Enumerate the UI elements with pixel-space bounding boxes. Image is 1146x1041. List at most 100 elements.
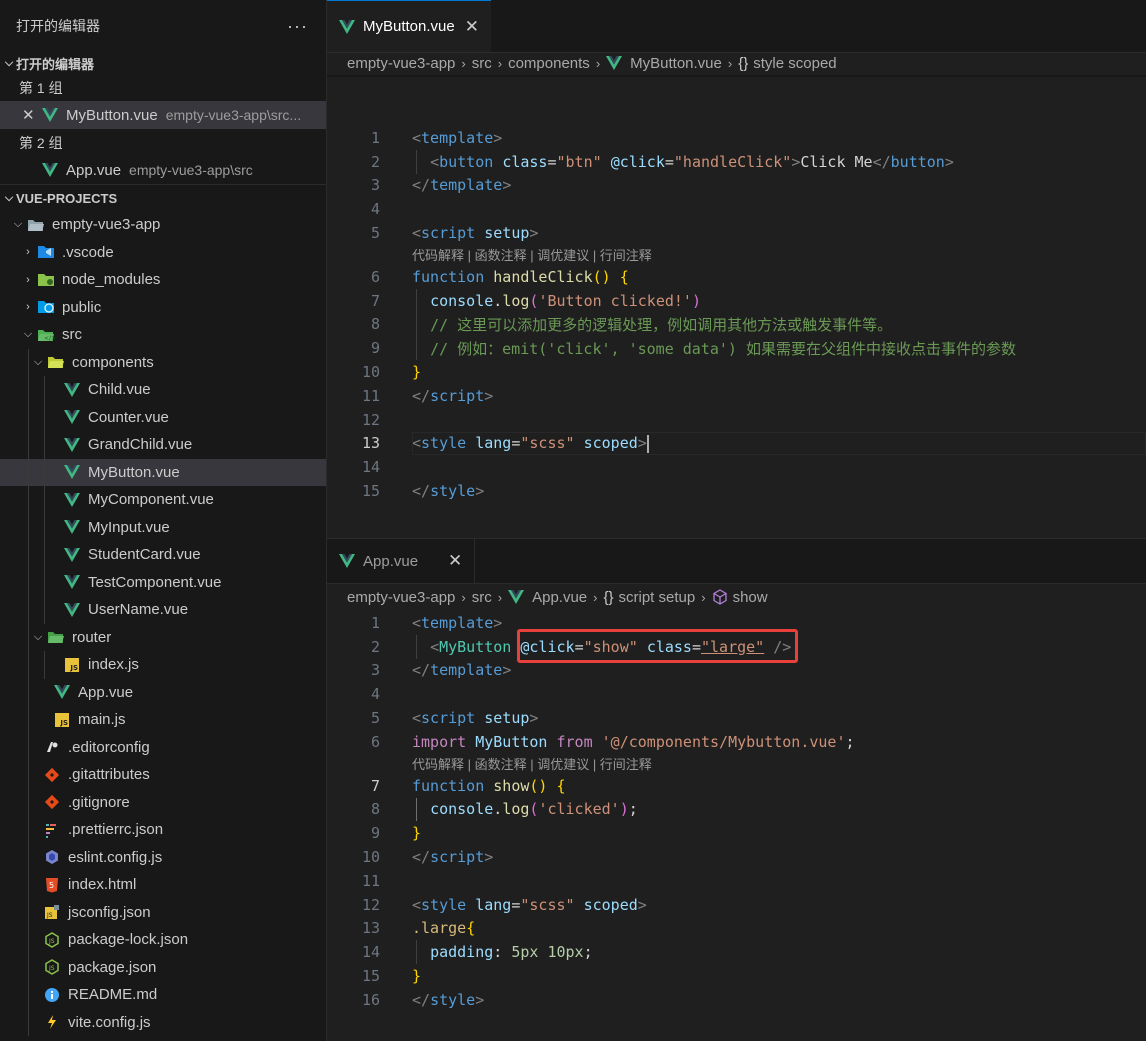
close-icon[interactable]: ✕ xyxy=(22,106,42,124)
breadcrumb-item[interactable]: src xyxy=(472,589,492,606)
breadcrumb-item[interactable]: components xyxy=(508,55,590,72)
tree-folder-components[interactable]: ⌵ components xyxy=(0,348,326,376)
code-editor-bottom[interactable]: 1 <template> 2 <MyButton @click="show" cl… xyxy=(327,611,1146,1012)
breadcrumb-item[interactable]: style scoped xyxy=(753,55,836,72)
tree-folder-empty-vue3-app[interactable]: ⌵ empty-vue3-app xyxy=(0,211,326,239)
chevron-right-icon: › xyxy=(461,589,466,605)
open-editor-path: empty-vue3-app\src xyxy=(129,162,253,178)
vue-icon xyxy=(339,554,355,568)
svg-text:</>: </> xyxy=(44,335,55,342)
chevron-down-icon: ⌵ xyxy=(13,218,23,231)
tree-file-index-js[interactable]: JS index.js xyxy=(0,651,326,679)
tree-file-vue[interactable]: MyInput.vue xyxy=(0,513,326,541)
chevron-right-icon: › xyxy=(461,55,466,71)
js-file-icon: JS xyxy=(52,711,72,729)
more-actions-icon[interactable]: ··· xyxy=(287,16,308,37)
sidebar-header: 打开的编辑器 ··· xyxy=(0,0,326,52)
breadcrumb-item[interactable]: empty-vue3-app xyxy=(347,589,455,606)
chevron-down-icon: ⌵ xyxy=(33,630,43,643)
vue-icon xyxy=(62,546,82,564)
vue-icon xyxy=(508,590,525,604)
vue-icon xyxy=(62,408,82,426)
tree-folder-router[interactable]: ⌵ router xyxy=(0,623,326,651)
breadcrumb-item[interactable]: src xyxy=(472,55,492,72)
tree-file-vue[interactable]: Child.vue xyxy=(0,376,326,404)
open-editors-title: 打开的编辑器 xyxy=(16,56,95,72)
js-file-icon: JS xyxy=(62,656,82,674)
braces-icon: {} xyxy=(603,588,614,606)
chevron-down-icon: ⌵ xyxy=(33,355,43,368)
tree-file-vue[interactable]: MyComponent.vue xyxy=(0,486,326,514)
tree-file-label: TestComponent.vue xyxy=(88,573,222,591)
node-folder-icon xyxy=(36,271,56,289)
tree-file-label: StudentCard.vue xyxy=(88,546,201,564)
svg-text:JS: JS xyxy=(48,965,55,972)
close-icon[interactable]: ✕ xyxy=(448,551,462,571)
breadcrumb-item[interactable]: show xyxy=(733,589,768,606)
vue-icon xyxy=(62,463,82,481)
tree-file-label: package.json xyxy=(68,958,157,976)
tree-folder-public[interactable]: › public xyxy=(0,294,326,322)
group-label: 第 1 组 xyxy=(19,79,63,96)
tree-file-root[interactable]: vite.config.js xyxy=(0,1008,326,1036)
tab-bar: MyButton.vue ✕ xyxy=(327,0,1146,53)
tree-folder-vscode[interactable]: › .vscode xyxy=(0,239,326,267)
breadcrumb: empty-vue3-app › src › components › MyBu… xyxy=(327,53,1146,73)
open-editor-item-app[interactable]: App.vue empty-vue3-app\src xyxy=(0,156,326,184)
tree-file-root[interactable]: 5 index.html xyxy=(0,871,326,899)
vue-icon xyxy=(62,436,82,454)
tree-file-root[interactable]: .prettierrc.json xyxy=(0,816,326,844)
tree-file-root[interactable]: .gitignore xyxy=(0,788,326,816)
tree-folder-src[interactable]: ⌵ </> src xyxy=(0,321,326,349)
tree-file-vue[interactable]: StudentCard.vue xyxy=(0,541,326,569)
tree-file-root[interactable]: JS package.json xyxy=(0,953,326,981)
tree-folder-node-modules[interactable]: › node_modules xyxy=(0,266,326,294)
tree-file-label: Child.vue xyxy=(88,381,151,399)
open-editors-section-header[interactable]: ⌵ 打开的编辑器 xyxy=(0,52,326,74)
chevron-right-icon: › xyxy=(26,301,30,314)
chevron-right-icon: › xyxy=(497,589,503,605)
tab-bar: App.vue ✕ xyxy=(327,538,1146,584)
tree-file-root[interactable]: eslint.config.js xyxy=(0,843,326,871)
file-tree: ⌵ empty-vue3-app › .vscode › node_module… xyxy=(0,211,326,1036)
tree-file-label: .editorconfig xyxy=(68,738,150,756)
tree-file-vue[interactable]: UserName.vue xyxy=(0,596,326,624)
tab-mybutton-vue[interactable]: MyButton.vue ✕ xyxy=(327,0,491,52)
git-icon xyxy=(42,766,62,784)
chevron-right-icon: › xyxy=(701,589,706,605)
tree-file-root[interactable]: JS jsconfig.json xyxy=(0,898,326,926)
tree-file-vue[interactable]: Counter.vue xyxy=(0,403,326,431)
tree-file-root[interactable]: README.md xyxy=(0,981,326,1009)
codelens-actions[interactable]: 代码解释 | 函数注释 | 调优建议 | 行间注释 xyxy=(327,754,1146,774)
chevron-down-icon: ⌵ xyxy=(23,328,33,341)
tab-app-vue[interactable]: App.vue ✕ xyxy=(327,539,476,583)
tree-file-root[interactable]: JS package-lock.json xyxy=(0,926,326,954)
code-editor-top[interactable]: 1 <template> 2 <button class="btn" @click… xyxy=(327,126,1146,503)
breadcrumb-item[interactable]: App.vue xyxy=(532,589,587,606)
vue-icon xyxy=(62,601,82,619)
open-editor-item-mybutton[interactable]: ✕ MyButton.vue empty-vue3-app\src... xyxy=(0,101,326,129)
codelens-actions[interactable]: 代码解释 | 函数注释 | 调优建议 | 行间注释 xyxy=(327,245,1146,265)
tree-file-root[interactable]: .gitattributes xyxy=(0,761,326,789)
chevron-right-icon: › xyxy=(595,55,601,71)
tree-file-vue[interactable]: GrandChild.vue xyxy=(0,431,326,459)
open-editor-path: empty-vue3-app\src... xyxy=(165,107,302,123)
tree-file-root[interactable]: .editorconfig xyxy=(0,733,326,761)
tree-file-vue[interactable]: MyButton.vue xyxy=(0,458,326,486)
cube-icon xyxy=(712,589,727,605)
explorer-section-header[interactable]: ⌵ VUE-PROJECTS xyxy=(0,185,326,211)
tree-file-main-js[interactable]: JS main.js xyxy=(0,706,326,734)
prettier-icon xyxy=(42,821,62,839)
breadcrumb-item[interactable]: script setup xyxy=(619,589,696,606)
eslint-icon xyxy=(42,848,62,866)
chevron-down-icon: ⌵ xyxy=(4,191,14,204)
tree-file-app-vue[interactable]: App.vue xyxy=(0,678,326,706)
tree-file-vue[interactable]: TestComponent.vue xyxy=(0,568,326,596)
breadcrumb-item[interactable]: empty-vue3-app xyxy=(347,55,455,72)
close-icon[interactable]: ✕ xyxy=(465,17,479,37)
breadcrumb-item[interactable]: MyButton.vue xyxy=(630,55,722,72)
tree-file-label: eslint.config.js xyxy=(68,848,163,866)
folder-open-icon xyxy=(26,216,46,234)
vue-icon xyxy=(62,381,82,399)
vite-icon xyxy=(42,1013,62,1031)
